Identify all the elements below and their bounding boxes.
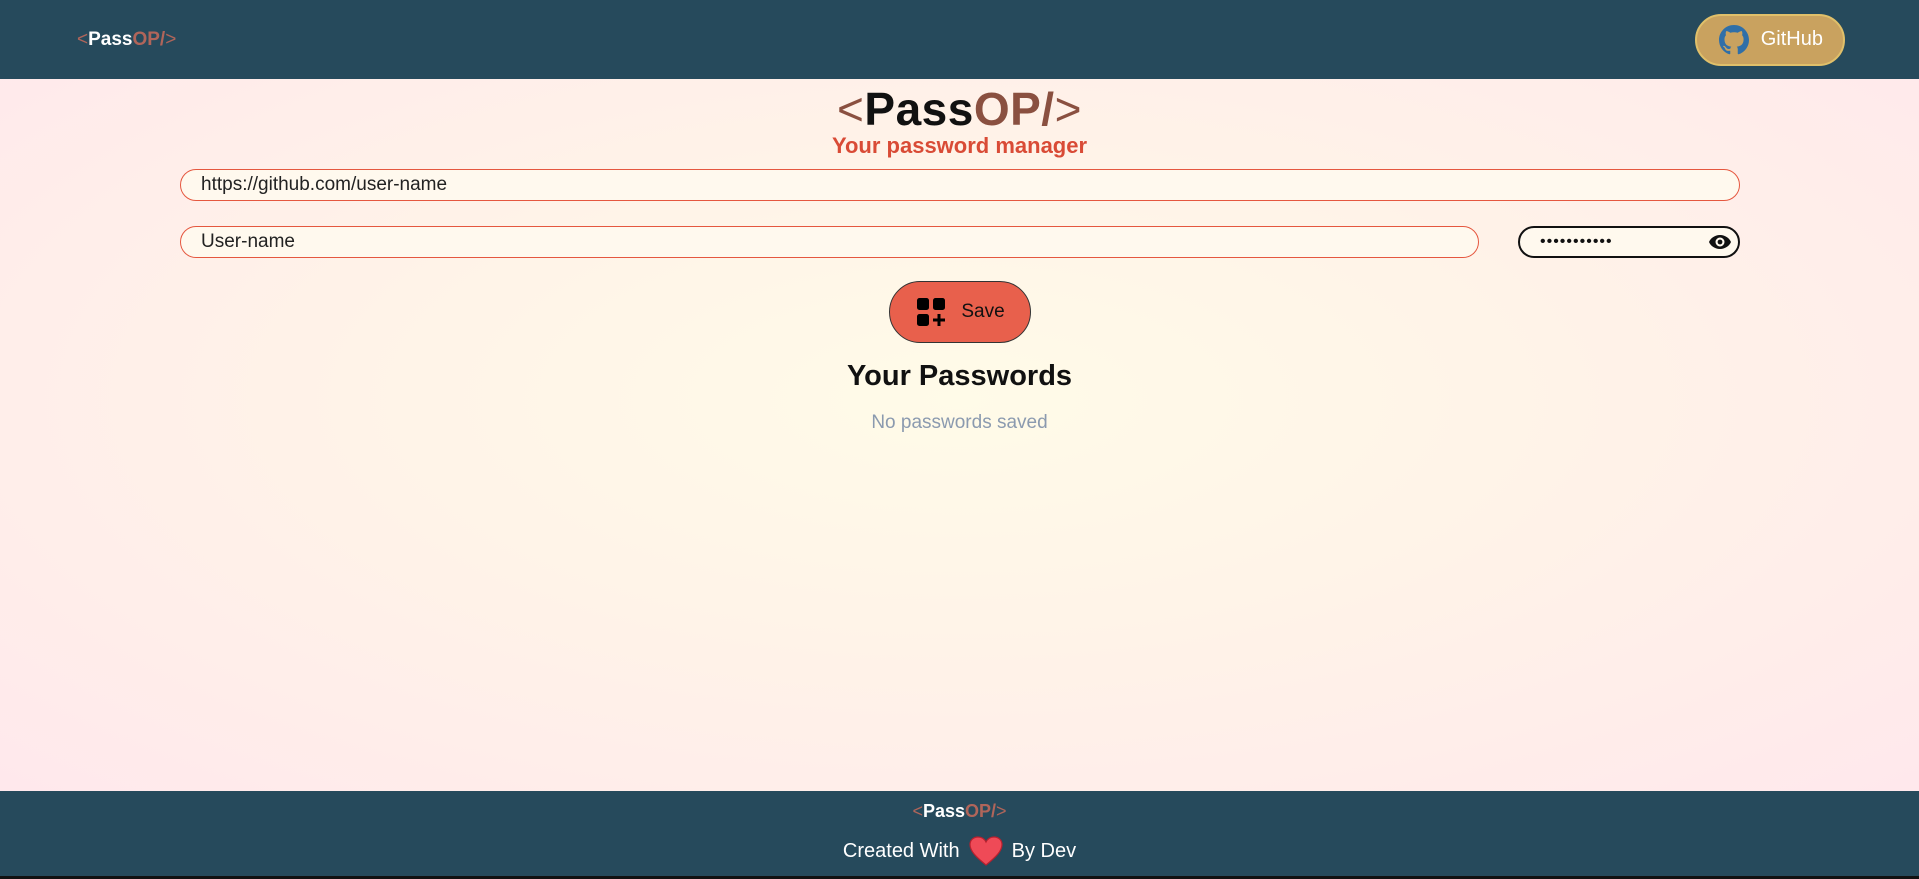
github-icon: [1718, 24, 1749, 54]
passwords-heading: Your Passwords: [846, 360, 1073, 392]
brand-op: OP/: [973, 83, 1055, 135]
logo-bracket-open: <: [77, 28, 89, 50]
logo-op: OP/: [132, 28, 166, 50]
save-button[interactable]: Save: [889, 281, 1031, 343]
save-label: Save: [961, 301, 1005, 322]
heart-icon: [969, 836, 1003, 866]
brand-bracket-open: <: [837, 83, 865, 135]
brand-pass: Pass: [864, 83, 974, 135]
url-input[interactable]: [180, 169, 1740, 201]
footer: <PassOP/> Created With By Dev: [0, 791, 1919, 879]
logo-pass: Pass: [88, 28, 133, 50]
github-label: GitHub: [1760, 28, 1823, 50]
username-input[interactable]: [180, 226, 1479, 258]
main-content: <PassOP/> Your password manager ••••••••…: [0, 79, 1919, 791]
password-field[interactable]: •••••••••••: [1518, 226, 1740, 258]
credit-before: Created With: [842, 839, 960, 862]
tagline: Your password manager: [831, 133, 1088, 158]
brand-bracket-close: >: [1054, 83, 1082, 135]
page-title: <PassOP/>: [0, 82, 1919, 136]
footer-logo: <PassOP/>: [0, 801, 1919, 822]
credit-after: By Dev: [1011, 839, 1077, 862]
footer-logo-op: OP/: [965, 801, 997, 821]
navbar: <PassOP/> GitHub: [0, 0, 1919, 79]
footer-logo-pass: Pass: [922, 801, 966, 821]
footer-logo-bracket-open: <: [912, 801, 923, 821]
footer-logo-bracket-close: >: [996, 801, 1007, 821]
empty-state-message: No passwords saved: [871, 412, 1048, 433]
eye-icon[interactable]: [1708, 230, 1732, 254]
footer-credit: Created With By Dev: [0, 835, 1919, 867]
add-grid-icon: [917, 298, 946, 326]
password-value[interactable]: •••••••••••: [1540, 233, 1708, 251]
github-button[interactable]: GitHub: [1694, 13, 1845, 66]
nav-logo[interactable]: <PassOP/>: [77, 29, 176, 51]
logo-bracket-close: >: [165, 28, 177, 50]
